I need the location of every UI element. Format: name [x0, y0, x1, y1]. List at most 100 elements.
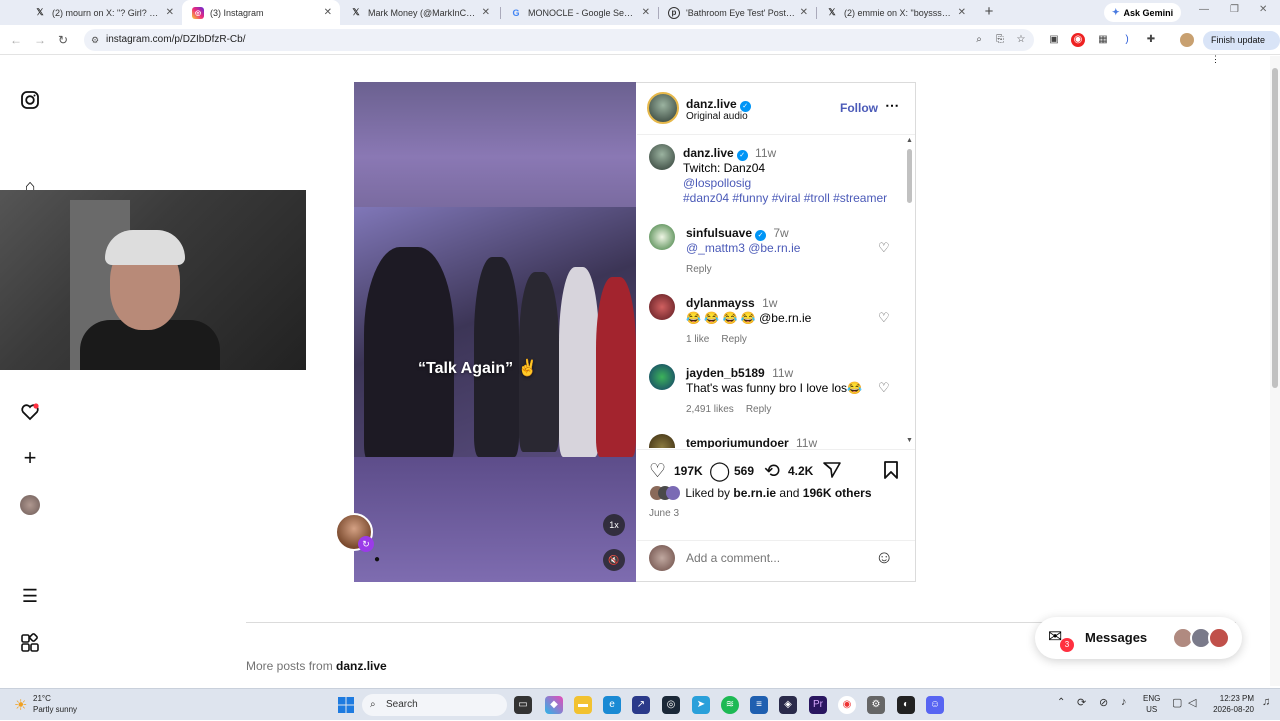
profile-avatar-icon[interactable]: [1180, 33, 1194, 47]
more-options-icon[interactable]: ⋯: [885, 97, 899, 114]
extension-icon[interactable]: ▣: [1047, 33, 1061, 47]
clock[interactable]: 12:23 PM 2026-08-20: [1210, 693, 1254, 715]
file-explorer-icon[interactable]: ▬: [574, 696, 592, 714]
close-tab-icon[interactable]: ✕: [324, 7, 332, 18]
more-posts-username[interactable]: danz.live: [336, 659, 387, 673]
volume-icon[interactable]: ◁: [1188, 696, 1196, 709]
author-username[interactable]: danz.live: [686, 97, 737, 111]
steam-icon[interactable]: ◎: [662, 696, 680, 714]
network-icon[interactable]: ⊘: [1099, 696, 1108, 709]
back-arrow-icon[interactable]: ←: [10, 33, 22, 47]
bookmark-star-icon[interactable]: ☆: [1014, 33, 1028, 47]
language-indicator[interactable]: ENG US: [1143, 693, 1160, 715]
extension-red-icon[interactable]: ◉: [1071, 33, 1085, 47]
commenter-avatar[interactable]: [649, 434, 675, 448]
instagram-logo-icon[interactable]: [20, 90, 40, 110]
audio-label[interactable]: Original audio: [686, 111, 748, 122]
messages-button[interactable]: ✉ 3 Messages: [1035, 617, 1242, 659]
reply-button[interactable]: Reply: [746, 404, 772, 415]
premiere-icon[interactable]: Pr: [809, 696, 827, 714]
forward-arrow-icon[interactable]: →: [34, 33, 46, 47]
sync-icon[interactable]: ⟳: [1077, 696, 1086, 709]
site-info-icon[interactable]: ⚙: [91, 29, 99, 51]
floating-user-avatar[interactable]: ↻: [335, 513, 374, 552]
scroll-down-arrow-icon[interactable]: ▼: [906, 437, 913, 444]
extension-box-icon[interactable]: ▦: [1096, 33, 1110, 47]
tagged-user-icon[interactable]: ●: [366, 549, 388, 571]
commenter-username[interactable]: dylanmayss: [686, 296, 755, 310]
reel-video[interactable]: [354, 82, 636, 582]
reply-button[interactable]: Reply: [721, 334, 747, 345]
close-tab-icon[interactable]: ✕: [166, 7, 174, 18]
discord-icon[interactable]: ☺: [926, 696, 944, 714]
browser-tab-active[interactable]: ◎ (3) Instagram ✕: [182, 0, 340, 25]
scroll-up-arrow-icon[interactable]: ▲: [906, 137, 913, 144]
chrome-icon[interactable]: ◉: [838, 696, 856, 714]
address-bar[interactable]: ⚙ instagram.com/p/DZIbDfzR-Cb/: [84, 29, 1034, 51]
windows-start-icon[interactable]: [337, 696, 355, 714]
reply-button[interactable]: Reply: [686, 264, 712, 275]
close-tab-icon[interactable]: ✕: [482, 7, 490, 18]
ask-gemini-button[interactable]: ✦ Ask Gemini: [1104, 3, 1182, 22]
notifications-heart-icon[interactable]: [20, 402, 40, 422]
comment-likes-count[interactable]: 2,491 likes: [686, 404, 734, 415]
commenter-avatar[interactable]: [649, 224, 675, 250]
task-view-icon[interactable]: ▭: [514, 696, 532, 714]
page-scroll-thumb[interactable]: [1272, 68, 1278, 388]
telegram-icon[interactable]: ➤: [692, 696, 710, 714]
save-bookmark-icon[interactable]: [883, 460, 899, 484]
app-icon[interactable]: ↗: [632, 696, 650, 714]
notification-bell-icon[interactable]: ♫: [1262, 696, 1270, 708]
repost-icon[interactable]: ⟲: [764, 460, 780, 483]
share-send-icon[interactable]: [822, 460, 842, 484]
new-tab-button[interactable]: +: [980, 3, 998, 21]
follow-button[interactable]: Follow: [840, 101, 878, 115]
caption-username[interactable]: danz.live: [683, 146, 734, 160]
app-icon[interactable]: ◐: [897, 696, 915, 714]
caption-hashtags[interactable]: #danz04 #funny #viral #troll #streamer: [683, 191, 887, 205]
browser-tab[interactable]: p 'Bathroom Eye Test' Poster, pict ✕: [658, 0, 816, 25]
like-comment-heart-icon[interactable]: ♡: [878, 240, 890, 256]
like-comment-heart-icon[interactable]: ♡: [878, 310, 890, 326]
commenter-avatar[interactable]: [649, 294, 675, 320]
page-scrollbar[interactable]: [1270, 56, 1280, 686]
comment-bubble-icon[interactable]: ◯: [709, 460, 730, 483]
commenter-avatar[interactable]: [649, 364, 675, 390]
weather-sun-icon[interactable]: ☀: [14, 696, 27, 714]
add-comment-input[interactable]: [686, 550, 866, 566]
close-tab-icon[interactable]: ✕: [642, 7, 650, 18]
comments-scrollbar[interactable]: ▲ ▼: [906, 137, 913, 447]
like-count[interactable]: 197K: [674, 464, 703, 478]
display-icon[interactable]: ▢: [1172, 696, 1182, 709]
liked-by-user[interactable]: be.rn.ie: [733, 486, 776, 500]
settings-gear-icon[interactable]: ⚙: [867, 696, 885, 714]
emoji-picker-icon[interactable]: ☺: [875, 547, 893, 568]
browser-tab[interactable]: 𝕏 (2) emmie on X: "boyssss? http ✕: [816, 0, 974, 25]
zoom-icon[interactable]: ⌕: [972, 33, 986, 47]
also-from-meta-icon[interactable]: [20, 633, 40, 653]
minimize-window-icon[interactable]: —: [1199, 4, 1209, 15]
scroll-thumb[interactable]: [907, 149, 912, 203]
app-icon[interactable]: ◈: [779, 696, 797, 714]
browser-tab[interactable]: G MONOCLE - Google Search ✕: [500, 0, 658, 25]
extensions-puzzle-icon[interactable]: ✚: [1144, 33, 1158, 47]
browser-tab[interactable]: 𝕏 (2) mourn on X: "? Girl? https:// ✕: [24, 0, 182, 25]
close-window-icon[interactable]: ✕: [1259, 4, 1267, 15]
install-app-icon[interactable]: ⎘: [993, 33, 1007, 47]
browser-tab[interactable]: 𝕏 Mark Money (@MarkInCAD) / X ✕: [340, 0, 498, 25]
reload-icon[interactable]: ↻: [58, 33, 68, 47]
playback-speed-button[interactable]: 1x: [603, 514, 625, 536]
liked-by-avatars[interactable]: [650, 486, 682, 500]
weather-widget[interactable]: 21°C Partly sunny: [33, 693, 77, 715]
microphone-icon[interactable]: ♪: [1121, 696, 1127, 708]
caption-mention-link[interactable]: @lospollosig: [683, 176, 751, 190]
taskbar-search[interactable]: ⌕ Search: [362, 694, 507, 716]
liked-by-others[interactable]: 196K others: [803, 486, 872, 500]
mute-icon[interactable]: 🔇: [603, 549, 625, 571]
show-hidden-icons[interactable]: ⌃: [1057, 697, 1065, 708]
commenter-username[interactable]: sinfulsuave: [686, 226, 752, 240]
commenter-username[interactable]: jayden_b5189: [686, 366, 765, 380]
comment-likes-count[interactable]: 1 like: [686, 334, 709, 345]
extension-wave-icon[interactable]: ): [1120, 33, 1134, 47]
close-tab-icon[interactable]: ✕: [958, 7, 966, 18]
